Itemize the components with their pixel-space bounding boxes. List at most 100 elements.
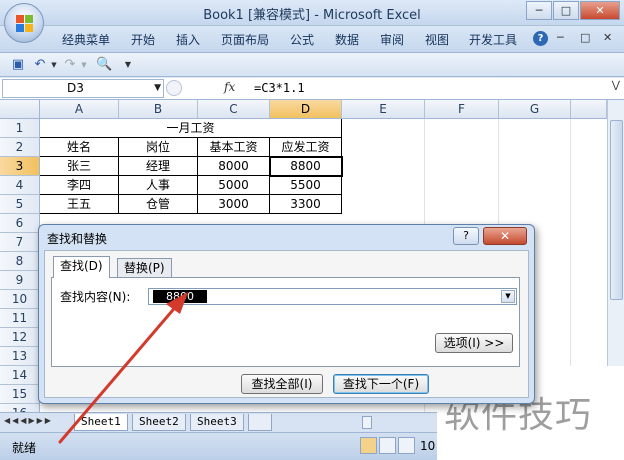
- find-next-button[interactable]: 查找下一个(F): [333, 374, 429, 394]
- tab-view[interactable]: 视图: [425, 31, 449, 48]
- row-header-1[interactable]: 1: [0, 119, 40, 138]
- tab-formulas[interactable]: 公式: [290, 31, 314, 48]
- insert-function-icon[interactable]: fx: [224, 80, 235, 94]
- row-header-9[interactable]: 9: [0, 271, 40, 290]
- options-button[interactable]: 选项(I) >>: [435, 333, 513, 353]
- tab-data[interactable]: 数据: [335, 31, 359, 48]
- column-header-f[interactable]: F: [425, 100, 499, 119]
- column-header-e[interactable]: E: [342, 100, 425, 119]
- column-header-c[interactable]: C: [198, 100, 270, 119]
- row-header-8[interactable]: 8: [0, 252, 40, 271]
- dialog-title: 查找和替换: [47, 232, 108, 246]
- column-header-g[interactable]: G: [499, 100, 571, 119]
- chevron-down-icon[interactable]: ▼: [501, 290, 515, 303]
- select-all-corner[interactable]: [0, 100, 40, 119]
- minimize-button[interactable]: ─: [526, 1, 552, 20]
- column-header-b[interactable]: B: [119, 100, 198, 119]
- save-icon[interactable]: ▣: [10, 57, 26, 73]
- table-cell[interactable]: 张三: [40, 157, 119, 176]
- tab-home[interactable]: 开始: [131, 31, 155, 48]
- formula-input[interactable]: =C3*1.1: [254, 81, 305, 95]
- find-what-input[interactable]: 8800 ▼: [148, 288, 517, 305]
- row-header-6[interactable]: 6: [0, 214, 40, 233]
- formula-bar: D3 ▼ fx =C3*1.1 ⋁: [0, 78, 624, 100]
- row-header-14[interactable]: 14: [0, 366, 40, 385]
- status-ready: 就绪: [12, 441, 37, 455]
- restore-button[interactable]: □: [553, 1, 579, 20]
- ribbon-minimize-button[interactable]: ─: [557, 31, 564, 44]
- column-header-a[interactable]: A: [40, 100, 119, 119]
- sheet-tab-1[interactable]: Sheet1: [74, 414, 128, 431]
- normal-view-icon[interactable]: [360, 437, 377, 454]
- header-cell-gross-salary[interactable]: 应发工资: [270, 138, 342, 157]
- title-bar: Book1 [兼容模式] - Microsoft Excel ─ □ ✕: [0, 0, 624, 26]
- formula-divider-handle[interactable]: [166, 80, 182, 96]
- table-cell[interactable]: 5000: [198, 176, 270, 195]
- active-cell-outline: [269, 156, 343, 177]
- row-header-13[interactable]: 13: [0, 347, 40, 366]
- sheet-tab-3[interactable]: Sheet3: [190, 414, 244, 431]
- ribbon-tabs: 经典菜单 开始 插入 页面布局 公式 数据 审阅 视图 开发工具 ? ─ □ ✕: [0, 26, 624, 53]
- office-button[interactable]: [4, 3, 44, 43]
- table-cell[interactable]: 李四: [40, 176, 119, 195]
- ribbon-restore-button[interactable]: □: [580, 31, 590, 44]
- row-header-10[interactable]: 10: [0, 290, 40, 309]
- tab-replace[interactable]: 替换(P): [117, 258, 172, 278]
- tab-classic-menu[interactable]: 经典菜单: [62, 31, 110, 48]
- undo-dropdown-icon[interactable]: ▼: [46, 57, 62, 73]
- header-cell-name[interactable]: 姓名: [40, 138, 119, 157]
- table-cell[interactable]: 仓管: [119, 195, 198, 214]
- table-cell[interactable]: 王五: [40, 195, 119, 214]
- name-box[interactable]: D3 ▼: [2, 79, 164, 98]
- expand-formula-icon[interactable]: ⋁: [612, 80, 620, 91]
- window-controls: ─ □ ✕: [526, 1, 620, 20]
- dialog-help-button[interactable]: ?: [453, 227, 479, 245]
- hscroll-split-handle[interactable]: [362, 416, 372, 429]
- row-header-16[interactable]: 16: [0, 404, 40, 412]
- page-break-view-icon[interactable]: [398, 437, 415, 454]
- tab-find[interactable]: 查找(D): [53, 256, 110, 278]
- sheet-tab-2[interactable]: Sheet2: [132, 414, 186, 431]
- table-title-cell[interactable]: 一月工资: [40, 119, 342, 138]
- table-cell[interactable]: 5500: [270, 176, 342, 195]
- tab-insert[interactable]: 插入: [176, 31, 200, 48]
- scroll-thumb[interactable]: [610, 120, 623, 300]
- row-header-12[interactable]: 12: [0, 328, 40, 347]
- header-cell-base-salary[interactable]: 基本工资: [198, 138, 270, 157]
- find-what-label: 查找内容(N):: [60, 290, 131, 304]
- page-layout-view-icon[interactable]: [379, 437, 396, 454]
- find-all-button[interactable]: 查找全部(I): [241, 374, 323, 394]
- print-preview-icon[interactable]: 🔍: [96, 57, 112, 73]
- table-cell[interactable]: 人事: [119, 176, 198, 195]
- table-cell[interactable]: 8000: [198, 157, 270, 176]
- ribbon-close-button[interactable]: ✕: [603, 31, 612, 44]
- table-cell[interactable]: 3000: [198, 195, 270, 214]
- help-icon[interactable]: ?: [533, 31, 548, 46]
- find-panel: 查找内容(N): 8800 ▼: [51, 277, 520, 367]
- row-header-3[interactable]: 3: [0, 157, 40, 176]
- row-header-15[interactable]: 15: [0, 385, 40, 404]
- tab-developer[interactable]: 开发工具: [469, 31, 517, 48]
- chevron-down-icon[interactable]: ▼: [154, 80, 161, 97]
- office-logo-icon: [16, 15, 34, 33]
- customize-icon[interactable]: ▼: [120, 57, 136, 73]
- zoom-level[interactable]: 10: [420, 439, 435, 453]
- table-cell[interactable]: 3300: [270, 195, 342, 214]
- row-header-7[interactable]: 7: [0, 233, 40, 252]
- dialog-close-button[interactable]: ✕: [483, 227, 527, 245]
- sheet-nav-arrows[interactable]: ◀◀◀▶▶▶: [4, 416, 53, 425]
- row-header-5[interactable]: 5: [0, 195, 40, 214]
- row-header-11[interactable]: 11: [0, 309, 40, 328]
- row-header-4[interactable]: 4: [0, 176, 40, 195]
- table-cell[interactable]: 经理: [119, 157, 198, 176]
- column-header-d[interactable]: D: [270, 100, 342, 119]
- header-cell-position[interactable]: 岗位: [119, 138, 198, 157]
- column-header-h[interactable]: [571, 100, 607, 119]
- insert-sheet-icon[interactable]: [248, 414, 272, 431]
- close-button[interactable]: ✕: [580, 1, 620, 20]
- tab-review[interactable]: 审阅: [380, 31, 404, 48]
- redo-dropdown-icon[interactable]: ▼: [76, 57, 92, 73]
- row-header-2[interactable]: 2: [0, 138, 40, 157]
- tab-page-layout[interactable]: 页面布局: [221, 31, 269, 48]
- quick-access-toolbar: ▣ ↶ ▼ ↷ ▼ 🔍 ▼: [0, 53, 624, 77]
